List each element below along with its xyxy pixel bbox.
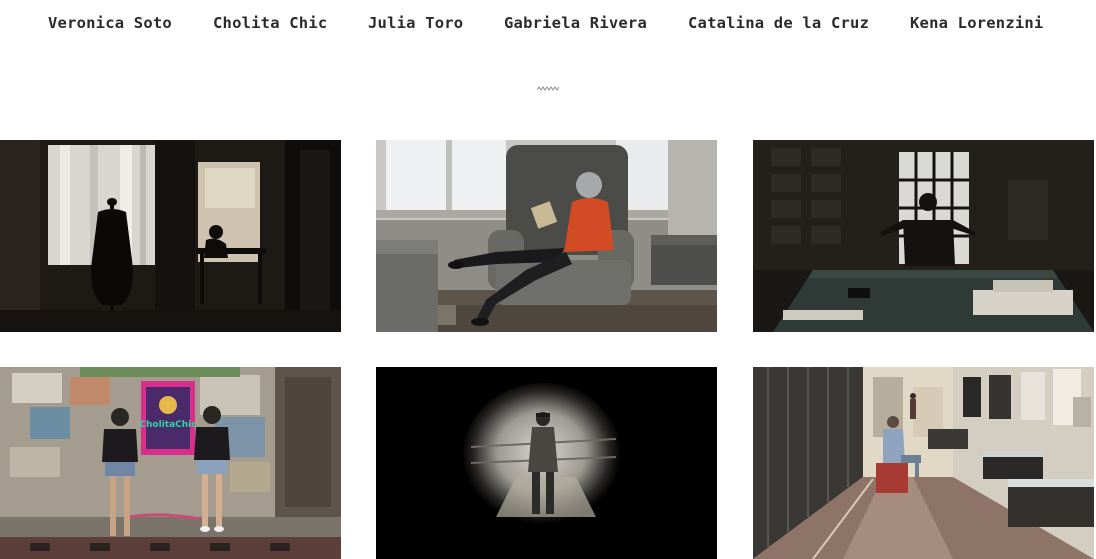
zigzag-divider-icon xyxy=(536,80,560,91)
photo-archive-window-image xyxy=(753,140,1094,332)
gallery-photo-cholita-chic-wall[interactable]: CholitaChic xyxy=(0,367,341,559)
photo-cholita-chic-wall-image: CholitaChic xyxy=(0,367,341,559)
photo-woman-reading-image xyxy=(376,140,717,332)
top-navigation: Veronica Soto Cholita Chic Julia Toro Ga… xyxy=(0,11,1096,35)
gallery-photo-archive-window[interactable] xyxy=(753,140,1094,332)
nav-link-veronica-soto[interactable]: Veronica Soto xyxy=(48,11,172,35)
photo-bridge-vignette-image xyxy=(376,367,717,559)
poster-sign-text: CholitaChic xyxy=(139,420,196,430)
nav-link-kena-lorenzini[interactable]: Kena Lorenzini xyxy=(910,11,1043,35)
photo-dress-form-image xyxy=(0,140,341,332)
nav-link-catalina-de-la-cruz[interactable]: Catalina de la Cruz xyxy=(688,11,869,35)
gallery-photo-bridge-vignette[interactable] xyxy=(376,367,717,559)
gallery-photo-gallery-hall[interactable] xyxy=(753,367,1094,559)
gallery-photo-dress-form[interactable] xyxy=(0,140,341,332)
nav-link-julia-toro[interactable]: Julia Toro xyxy=(368,11,463,35)
photo-gallery-hall-image xyxy=(753,367,1094,559)
gallery-photo-woman-reading[interactable] xyxy=(376,140,717,332)
nav-link-cholita-chic[interactable]: Cholita Chic xyxy=(213,11,327,35)
nav-link-gabriela-rivera[interactable]: Gabriela Rivera xyxy=(504,11,647,35)
